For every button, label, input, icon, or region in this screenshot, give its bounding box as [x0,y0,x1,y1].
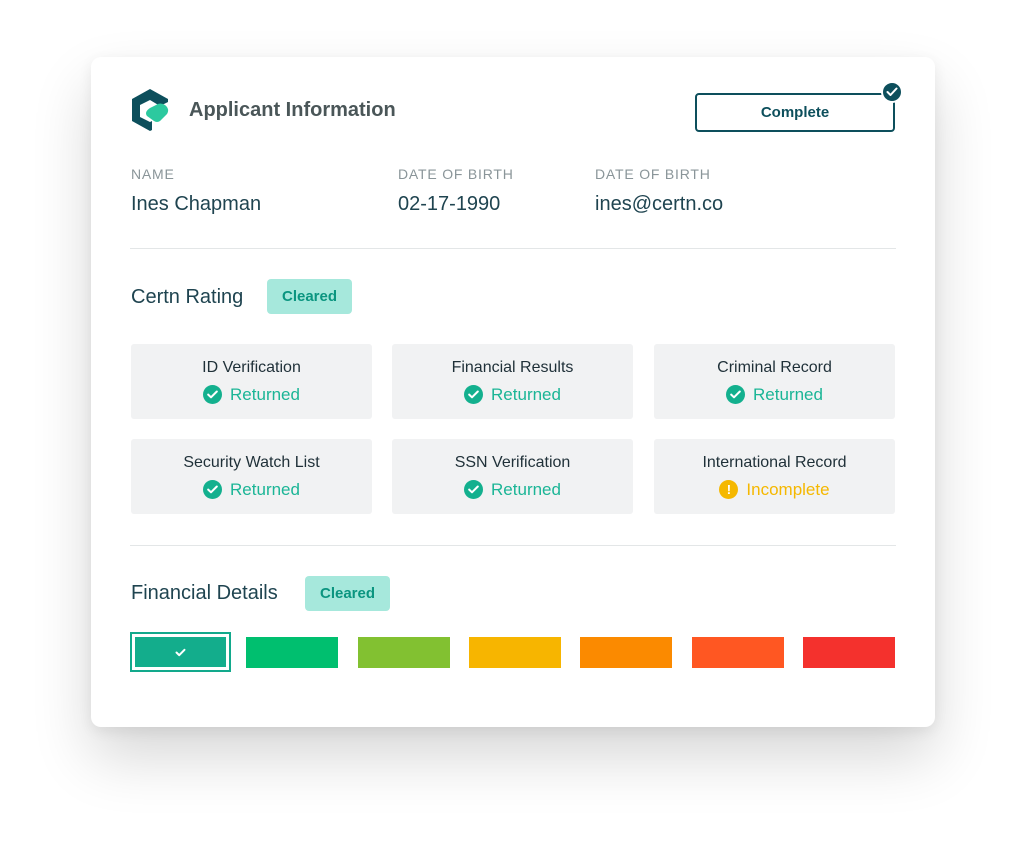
check-status: Returned [464,480,561,500]
email-label: DATE OF BIRTH [595,166,711,182]
certn-logo-icon [132,89,169,131]
check-tile[interactable]: Financial Results Returned [392,344,633,419]
check-status: ! Incomplete [719,479,830,500]
check-status-text: Incomplete [746,479,830,499]
scale-segment[interactable] [358,637,450,668]
certn-rating-title: Certn Rating [131,286,244,308]
scale-segment[interactable] [246,637,338,668]
page-title: Applicant Information [189,99,396,121]
check-label: Criminal Record [717,358,832,376]
check-status-text: Returned [753,384,823,404]
check-label: SSN Verification [454,453,571,471]
dob-label: DATE OF BIRTH [398,166,514,182]
scale-segment[interactable] [692,637,784,668]
check-status-text: Returned [230,384,300,404]
dob-value: 02-17-1990 [398,193,501,215]
check-tile[interactable]: International Record! Incomplete [654,439,895,514]
scale-segment-selected[interactable] [130,632,231,672]
check-status: Returned [464,385,561,405]
check-label: International Record [702,453,847,471]
check-circle-icon [881,81,903,103]
check-circle-icon [203,480,223,499]
rating-status-badge: Cleared [267,279,353,314]
applicant-card: Applicant Information Complete NAME Ines… [91,57,935,727]
check-status: Returned [726,385,823,405]
check-label: ID Verification [202,358,301,376]
check-status-text: Returned [230,479,300,499]
divider [130,545,896,546]
check-icon [175,648,186,656]
check-status-text: Returned [491,384,561,404]
check-tile[interactable]: ID Verification Returned [131,344,372,419]
warning-circle-icon: ! [719,480,739,499]
check-status-text: Returned [491,479,561,499]
scale-segment[interactable] [580,637,672,668]
divider [130,248,896,249]
email-value: ines@certn.co [595,193,724,215]
check-status: Returned [203,480,300,500]
check-status: Returned [203,385,300,405]
check-circle-icon [203,385,223,404]
financial-status-badge: Cleared [305,576,391,611]
check-circle-icon [464,385,484,404]
check-tile[interactable]: Criminal Record Returned [654,344,895,419]
check-tile[interactable]: Security Watch List Returned [131,439,372,514]
check-circle-icon [464,480,484,499]
check-label: Financial Results [451,358,574,376]
check-tile[interactable]: SSN Verification Returned [392,439,633,514]
name-value: Ines Chapman [131,193,262,215]
scale-segment[interactable] [803,637,895,668]
check-label: Security Watch List [183,453,320,471]
scale-segment[interactable] [469,637,561,668]
name-label: NAME [131,166,175,182]
check-circle-icon [726,385,746,404]
complete-button[interactable]: Complete [695,93,895,132]
financial-details-title: Financial Details [131,582,278,604]
